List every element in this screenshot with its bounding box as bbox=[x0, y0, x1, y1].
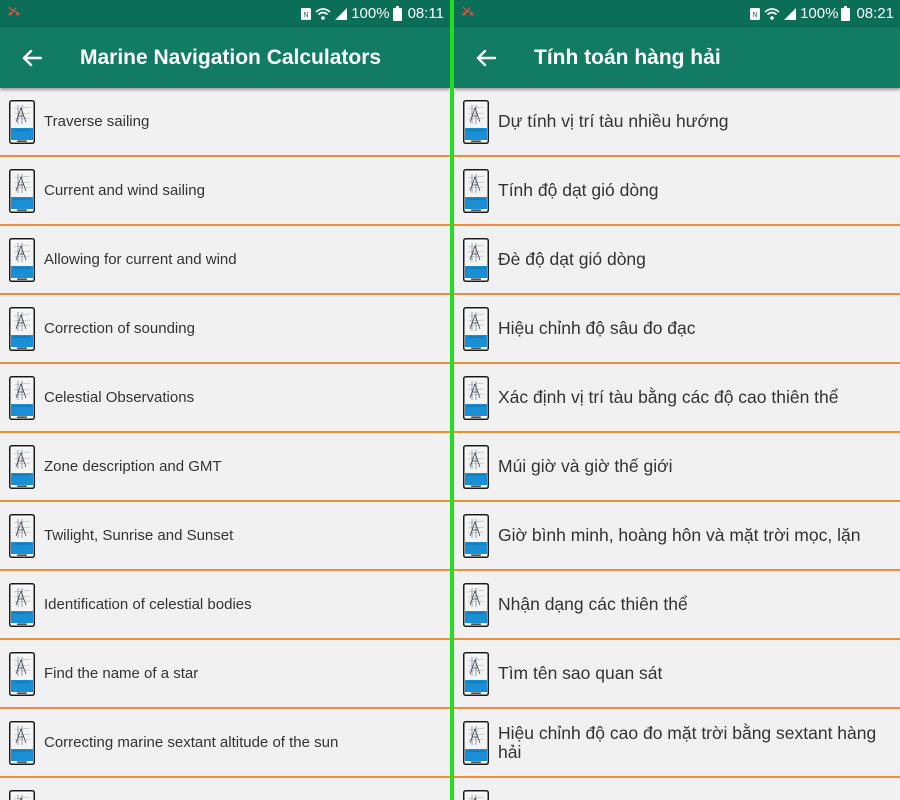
left-screen: N 100% 08:11 Marine Navigation Calculato… bbox=[0, 0, 450, 800]
list-item-de-do-dat[interactable]: Đè độ dạt gió dòng bbox=[454, 226, 900, 295]
navigation-app-icon bbox=[9, 790, 35, 800]
list-item-label: Nhận dạng các thiên thể bbox=[498, 594, 688, 614]
navigation-app-icon bbox=[463, 168, 489, 213]
navigation-app-icon bbox=[463, 375, 489, 420]
app-bar: Tính toán hàng hải bbox=[454, 27, 900, 88]
navigation-app-icon bbox=[463, 237, 489, 282]
list-item-hieu-chinh-sextant[interactable]: Hiệu chỉnh độ cao đo mặt trời bằng sexta… bbox=[454, 709, 900, 778]
list-item-label: Identification of celestial bodies bbox=[44, 596, 252, 613]
app-bar: Marine Navigation Calculators bbox=[0, 27, 450, 88]
navigation-app-icon bbox=[463, 99, 489, 144]
navigation-app-icon bbox=[9, 513, 35, 558]
calculator-list: Dự tính vị trí tàu nhiều hướng Tính độ d… bbox=[454, 88, 900, 800]
missed-call-icon bbox=[460, 5, 476, 21]
page-title: Tính toán hàng hải bbox=[534, 45, 721, 69]
list-item-label: Dự tính vị trí tàu nhiều hướng bbox=[498, 111, 729, 131]
list-item-label: Xác định vị trí tàu bằng các độ cao thiê… bbox=[498, 387, 839, 407]
list-item-allowing-current-wind[interactable]: Allowing for current and wind bbox=[0, 226, 450, 295]
list-item-label: Đè độ dạt gió dòng bbox=[498, 249, 646, 269]
list-item-label: Celestial Observations bbox=[44, 389, 195, 406]
list-item-xac-dinh-vi-tri[interactable]: Xác định vị trí tàu bằng các độ cao thiê… bbox=[454, 364, 900, 433]
signal-icon bbox=[334, 7, 348, 21]
navigation-app-icon bbox=[9, 168, 35, 213]
navigation-app-icon bbox=[463, 582, 489, 627]
list-item-sextant-sun[interactable]: Correcting marine sextant altitude of th… bbox=[0, 709, 450, 778]
list-item-label: Giờ bình minh, hoàng hôn và mặt trời mọc… bbox=[498, 525, 861, 545]
nfc-icon: N bbox=[749, 7, 761, 21]
battery-icon bbox=[392, 6, 402, 21]
wifi-icon bbox=[315, 7, 331, 21]
back-arrow-icon[interactable] bbox=[20, 46, 44, 70]
list-item-label: Hiệu chỉnh độ sâu đo đạc bbox=[498, 318, 696, 338]
signal-icon bbox=[783, 7, 797, 21]
list-item-du-tinh-vi-tri[interactable]: Dự tính vị trí tàu nhiều hướng bbox=[454, 88, 900, 157]
navigation-app-icon bbox=[9, 306, 35, 351]
list-item-traverse-sailing[interactable]: Traverse sailing bbox=[0, 88, 450, 157]
list-item-label: Correction of sounding bbox=[44, 320, 195, 337]
status-bar: N 100% 08:21 bbox=[454, 0, 900, 27]
navigation-app-icon bbox=[463, 306, 489, 351]
navigation-app-icon bbox=[9, 375, 35, 420]
navigation-app-icon bbox=[9, 651, 35, 696]
calculator-list: Traverse sailing Current and wind sailin… bbox=[0, 88, 450, 800]
status-icons: N 100% 08:21 bbox=[749, 0, 894, 27]
list-item-label: Tính độ dạt gió dòng bbox=[498, 180, 659, 200]
page-title: Marine Navigation Calculators bbox=[80, 45, 382, 69]
list-item-correction-sounding[interactable]: Correction of sounding bbox=[0, 295, 450, 364]
navigation-app-icon bbox=[463, 513, 489, 558]
list-item-tim-ten-sao[interactable]: Tìm tên sao quan sát bbox=[454, 640, 900, 709]
list-item-label: Hiệu chỉnh độ cao đo mặt trời bằng sexta… bbox=[498, 722, 877, 762]
back-arrow-icon[interactable] bbox=[474, 46, 498, 70]
list-item-label: Múi giờ và giờ thế giới bbox=[498, 456, 673, 476]
list-item-zone-description[interactable]: Zone description and GMT bbox=[0, 433, 450, 502]
navigation-app-icon bbox=[9, 237, 35, 282]
list-item-celestial-observations[interactable]: Celestial Observations bbox=[0, 364, 450, 433]
svg-text:N: N bbox=[304, 12, 309, 19]
list-item-label: Allowing for current and wind bbox=[44, 251, 237, 268]
navigation-app-icon bbox=[463, 651, 489, 696]
list-item-find-star[interactable]: Find the name of a star bbox=[0, 640, 450, 709]
navigation-app-icon bbox=[463, 720, 489, 765]
list-item-hieu-chinh-do-sau[interactable]: Hiệu chỉnh độ sâu đo đạc bbox=[454, 295, 900, 364]
list-item-mui-gio[interactable]: Múi giờ và giờ thế giới bbox=[454, 433, 900, 502]
svg-text:N: N bbox=[753, 12, 758, 19]
battery-percent: 100% bbox=[351, 5, 390, 22]
list-item-label: Twilight, Sunrise and Sunset bbox=[44, 527, 234, 544]
list-item-label: Tìm tên sao quan sát bbox=[498, 663, 663, 683]
list-item-nhan-dang[interactable]: Nhận dạng các thiên thể bbox=[454, 571, 900, 640]
battery-icon bbox=[841, 6, 851, 21]
right-screen: N 100% 08:21 Tính toán hàng hải Dự tính … bbox=[454, 0, 900, 800]
list-item-label: Find the name of a star bbox=[44, 665, 199, 682]
navigation-app-icon bbox=[463, 790, 489, 800]
list-item-label: Zone description and GMT bbox=[44, 458, 222, 475]
battery-percent: 100% bbox=[800, 5, 839, 22]
navigation-app-icon bbox=[9, 582, 35, 627]
list-item-twilight-sunrise[interactable]: Twilight, Sunrise and Sunset bbox=[0, 502, 450, 571]
missed-call-icon bbox=[6, 5, 22, 21]
list-item-identification-bodies[interactable]: Identification of celestial bodies bbox=[0, 571, 450, 640]
status-bar: N 100% 08:11 bbox=[0, 0, 450, 27]
list-item-label: Traverse sailing bbox=[44, 113, 150, 130]
list-item-current-wind-sailing[interactable]: Current and wind sailing bbox=[0, 157, 450, 226]
list-item-label: Correcting marine sextant altitude of th… bbox=[44, 734, 339, 751]
list-item-label: Current and wind sailing bbox=[44, 182, 205, 199]
list-item-gio-binh-minh[interactable]: Giờ bình minh, hoàng hôn và mặt trời mọc… bbox=[454, 502, 900, 571]
navigation-app-icon bbox=[463, 444, 489, 489]
navigation-app-icon bbox=[9, 444, 35, 489]
navigation-app-icon bbox=[9, 99, 35, 144]
status-icons: N 100% 08:11 bbox=[300, 0, 444, 27]
wifi-icon bbox=[764, 7, 780, 21]
list-item-partial[interactable] bbox=[0, 778, 450, 800]
list-item-tinh-do-dat[interactable]: Tính độ dạt gió dòng bbox=[454, 157, 900, 226]
nfc-icon: N bbox=[300, 7, 312, 21]
navigation-app-icon bbox=[9, 720, 35, 765]
list-item-partial[interactable] bbox=[454, 778, 900, 800]
status-time: 08:11 bbox=[407, 5, 444, 22]
status-time: 08:21 bbox=[856, 5, 894, 22]
